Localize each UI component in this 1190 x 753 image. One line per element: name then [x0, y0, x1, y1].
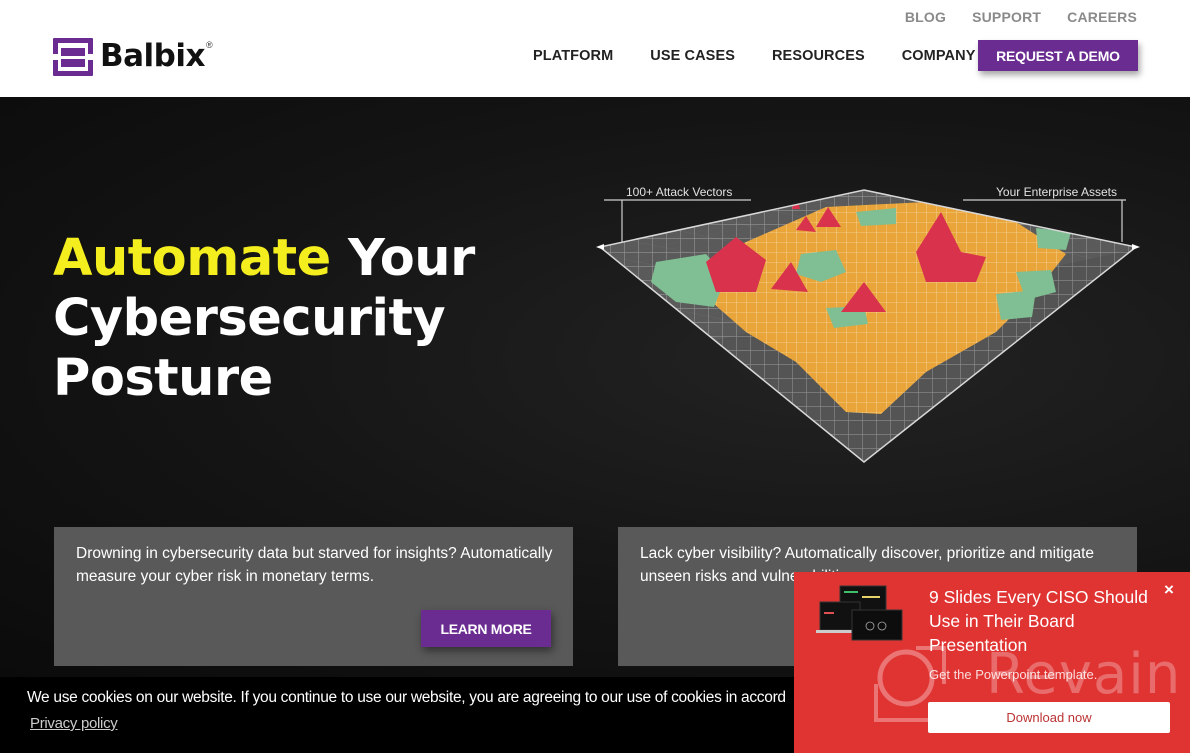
nav-use-cases[interactable]: USE CASES	[650, 48, 735, 64]
top-link-blog[interactable]: BLOG	[905, 9, 946, 25]
nav-platform[interactable]: PLATFORM	[533, 48, 613, 64]
top-link-careers[interactable]: CAREERS	[1067, 9, 1137, 25]
registered-mark: ®	[206, 40, 213, 50]
attack-surface-visualization: 100+ Attack Vectors Your Enterprise Asse…	[596, 182, 1140, 467]
popup-title: 9 Slides Every CISO Should Use in Their …	[929, 587, 1148, 655]
brand-name: Balbix	[100, 38, 206, 74]
top-link-support[interactable]: SUPPORT	[972, 9, 1041, 25]
arrow-left-icon	[596, 244, 604, 250]
headline-line3: Posture	[53, 349, 273, 408]
promo-popup: 9 Slides Every CISO Should Use in Their …	[794, 572, 1190, 753]
nav-company[interactable]: COMPANY	[902, 48, 976, 64]
slides-preview-image	[816, 585, 903, 641]
feature-card-risk: Drowning in cybersecurity data but starv…	[54, 527, 573, 666]
cookie-message: We use cookies on our website. If you co…	[27, 689, 786, 706]
card-text: Drowning in cybersecurity data but starv…	[76, 545, 553, 585]
headline-accent: Automate	[53, 229, 331, 288]
hero-headline: Automate Your Cybersecurity Posture	[53, 229, 475, 409]
arrow-right-icon	[1132, 244, 1140, 250]
isometric-grid-graphic	[596, 189, 1140, 463]
balbix-logo-icon	[53, 38, 93, 76]
download-now-button[interactable]: Download now	[928, 702, 1170, 733]
label-enterprise-assets: Your Enterprise Assets	[996, 185, 1117, 199]
close-icon[interactable]: ×	[1164, 580, 1174, 600]
headline-line1: Your	[330, 229, 475, 288]
popup-subtitle: Get the Powerpoint template.	[929, 667, 1098, 682]
learn-more-button[interactable]: LEARN MORE	[421, 610, 551, 647]
privacy-policy-link[interactable]: Privacy policy	[30, 715, 118, 732]
brand-logo[interactable]: Balbix ®	[53, 38, 213, 76]
site-header: Balbix ® BLOG SUPPORT CAREERS PLATFORM U…	[0, 0, 1190, 97]
label-attack-vectors: 100+ Attack Vectors	[626, 185, 733, 199]
utility-nav: BLOG SUPPORT CAREERS	[905, 9, 1137, 25]
nav-resources[interactable]: RESOURCES	[772, 48, 865, 64]
headline-line2: Cybersecurity	[53, 289, 446, 348]
request-demo-button[interactable]: REQUEST A DEMO	[978, 40, 1138, 71]
main-nav: PLATFORM USE CASES RESOURCES COMPANY REQ…	[533, 40, 1138, 71]
